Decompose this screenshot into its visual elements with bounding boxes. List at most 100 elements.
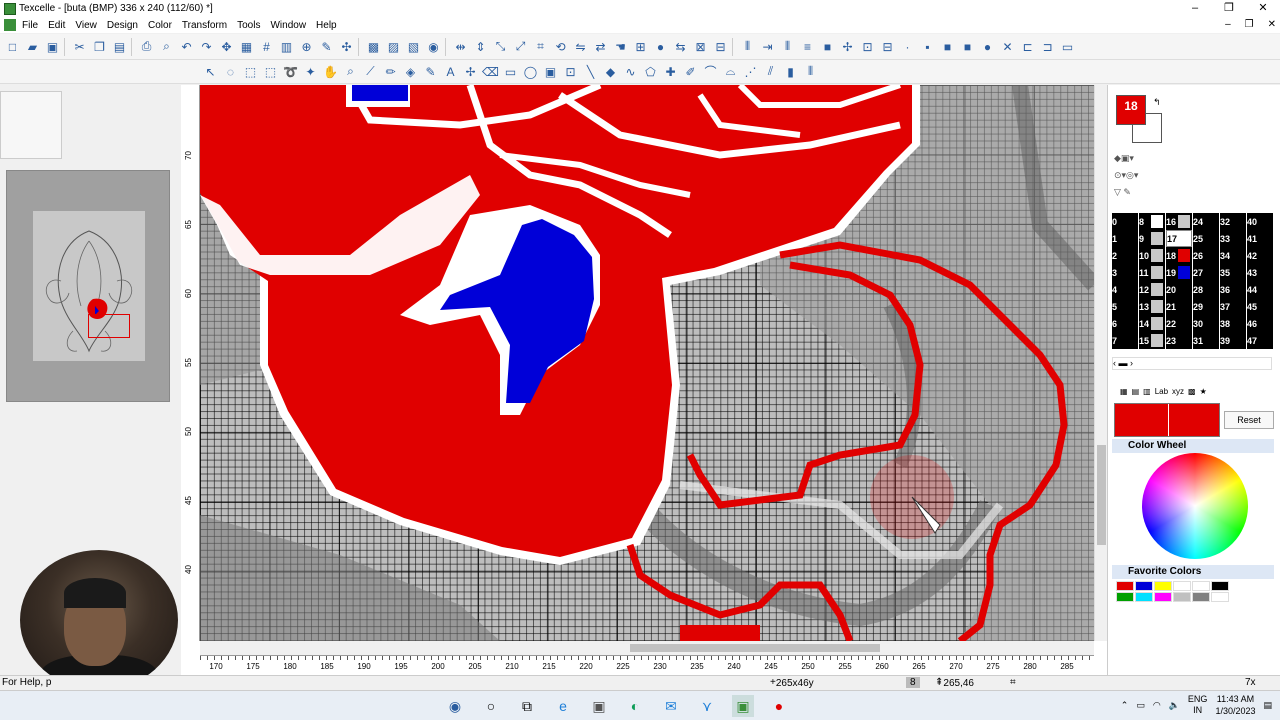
- undo-icon[interactable]: ↶: [178, 38, 195, 55]
- expand-icon[interactable]: ✥: [218, 38, 235, 55]
- favorite-color-swatch[interactable]: [1192, 581, 1210, 591]
- lasso-icon[interactable]: ➰: [282, 63, 299, 80]
- ellipse-select-icon[interactable]: ◌: [222, 63, 239, 80]
- palette-swatch[interactable]: 9: [1139, 230, 1165, 247]
- tile-alt-icon[interactable]: ⊟: [879, 38, 896, 55]
- palette-swatch[interactable]: 46: [1247, 315, 1273, 332]
- magic-wand-icon[interactable]: ✦: [302, 63, 319, 80]
- horizontal-scroll-thumb[interactable]: [630, 644, 880, 652]
- column-insert-icon[interactable]: ⫴: [739, 38, 756, 55]
- cross-stitch-icon[interactable]: ✚: [662, 63, 679, 80]
- spray-icon[interactable]: ⋰: [742, 63, 759, 80]
- menu-transform[interactable]: Transform: [182, 20, 227, 31]
- favorite-color-swatch[interactable]: [1192, 592, 1210, 602]
- menu-color[interactable]: Color: [148, 20, 172, 31]
- column-grid-icon[interactable]: ⦀: [779, 38, 796, 55]
- color-mode-icon[interactable]: ⊙▾◎▾: [1114, 170, 1138, 181]
- repeat-icon[interactable]: ⊞: [632, 38, 649, 55]
- favorite-color-swatch[interactable]: [1211, 581, 1229, 591]
- document-icon[interactable]: [4, 19, 16, 31]
- window-icon[interactable]: ▭: [1059, 38, 1076, 55]
- rotate-icon[interactable]: ⟲: [552, 38, 569, 55]
- favorite-color-swatch[interactable]: [1173, 592, 1191, 602]
- color-wheel[interactable]: [1142, 453, 1248, 559]
- tab-grid-icon[interactable]: ▦: [1120, 387, 1128, 396]
- rectangle-icon[interactable]: ▭: [502, 63, 519, 80]
- favorite-color-swatch[interactable]: [1173, 581, 1191, 591]
- swap-colors-icon[interactable]: ⇆: [672, 38, 689, 55]
- minimize-button[interactable]: –: [1178, 0, 1212, 17]
- palette-swatch[interactable]: 28: [1193, 281, 1219, 298]
- color-table-icon[interactable]: ⊟: [712, 38, 729, 55]
- diamond-icon[interactable]: ◆: [602, 63, 619, 80]
- flip-horizontal-icon[interactable]: ⇹: [452, 38, 469, 55]
- menu-view[interactable]: View: [75, 20, 97, 31]
- palette-swatch[interactable]: 39: [1220, 332, 1246, 349]
- edge-browser-icon[interactable]: ◐: [624, 695, 646, 717]
- frame-icon[interactable]: ⊡: [562, 63, 579, 80]
- pixel-grid-canvas[interactable]: [200, 85, 1094, 641]
- task-view-icon[interactable]: ⧉: [516, 695, 538, 717]
- palette-swatch[interactable]: 37: [1220, 298, 1246, 315]
- vscode-icon[interactable]: ⋎: [696, 695, 718, 717]
- rect-select-icon[interactable]: ⬚: [242, 63, 259, 80]
- palette-swatch[interactable]: 23: [1166, 332, 1192, 349]
- palette-swatch[interactable]: 42: [1247, 247, 1273, 264]
- new-icon[interactable]: □: [4, 38, 21, 55]
- color-ball-icon[interactable]: ●: [652, 38, 669, 55]
- mail-icon[interactable]: ✉: [660, 695, 682, 717]
- palette-swatch[interactable]: 29: [1193, 298, 1219, 315]
- layout-icon[interactable]: ▥: [278, 38, 295, 55]
- palette-swatch[interactable]: 27: [1193, 264, 1219, 281]
- menu-edit[interactable]: Edit: [48, 20, 65, 31]
- grid-icon[interactable]: #: [258, 38, 275, 55]
- palette-swatch[interactable]: 19: [1166, 264, 1192, 281]
- text-tool-icon[interactable]: A: [442, 63, 459, 80]
- palette-swatch[interactable]: 4: [1112, 281, 1138, 298]
- palette-swatch[interactable]: 35: [1220, 264, 1246, 281]
- palette-swatch[interactable]: 36: [1220, 281, 1246, 298]
- palette-swatch[interactable]: 22: [1166, 315, 1192, 332]
- redo-icon[interactable]: ↷: [198, 38, 215, 55]
- palette-icon[interactable]: ▩: [365, 38, 382, 55]
- maximize-button[interactable]: ❐: [1212, 0, 1246, 17]
- palette-swatch[interactable]: 16: [1166, 213, 1192, 230]
- recorder-icon[interactable]: ●: [768, 695, 790, 717]
- palette-swatch[interactable]: 0: [1112, 213, 1138, 230]
- store-icon[interactable]: ▣: [588, 695, 610, 717]
- tab-bars-icon[interactable]: ▤: [1132, 387, 1140, 396]
- palette-swatch[interactable]: 17: [1166, 230, 1192, 247]
- circle-brush-icon[interactable]: ●: [979, 38, 996, 55]
- palette-swatch[interactable]: 32: [1220, 213, 1246, 230]
- block-icon[interactable]: ■: [819, 38, 836, 55]
- palette-swatch[interactable]: 18: [1166, 247, 1192, 264]
- favorite-color-swatch[interactable]: [1135, 581, 1153, 591]
- favorite-color-swatch[interactable]: [1211, 592, 1229, 602]
- volume-icon[interactable]: 🔈: [1169, 700, 1180, 711]
- palette-swatch[interactable]: 20: [1166, 281, 1192, 298]
- dropper-icon[interactable]: ▽ ✎: [1114, 187, 1138, 198]
- palette-swatch[interactable]: 6: [1112, 315, 1138, 332]
- palette-swatch[interactable]: 8: [1139, 213, 1165, 230]
- hand-icon[interactable]: ☚: [612, 38, 629, 55]
- open-icon[interactable]: ▰: [24, 38, 41, 55]
- palette-swatch[interactable]: 31: [1193, 332, 1219, 349]
- current-color-swatch[interactable]: 18: [1116, 95, 1146, 125]
- swap-colors-icon[interactable]: ↰: [1153, 97, 1161, 108]
- weave-icon[interactable]: ⊠: [692, 38, 709, 55]
- palette-swatch[interactable]: 14: [1139, 315, 1165, 332]
- tile-icon[interactable]: ⊡: [859, 38, 876, 55]
- palette-swatch[interactable]: 24: [1193, 213, 1219, 230]
- save-icon[interactable]: ▣: [44, 38, 61, 55]
- color-wheel-header[interactable]: Color Wheel: [1112, 439, 1274, 453]
- menu-window[interactable]: Window: [270, 20, 306, 31]
- freeform-icon[interactable]: ✐: [682, 63, 699, 80]
- notification-icon[interactable]: ⌃: [1121, 700, 1129, 711]
- favorite-color-swatch[interactable]: [1116, 592, 1134, 602]
- palette-swatch[interactable]: 43: [1247, 264, 1273, 281]
- image-icon[interactable]: ▨: [385, 38, 402, 55]
- palette-swatch[interactable]: 25: [1193, 230, 1219, 247]
- close-button[interactable]: ✕: [1246, 0, 1280, 17]
- dot-size-2-icon[interactable]: ▪: [919, 38, 936, 55]
- brush-icon[interactable]: ✎: [318, 38, 335, 55]
